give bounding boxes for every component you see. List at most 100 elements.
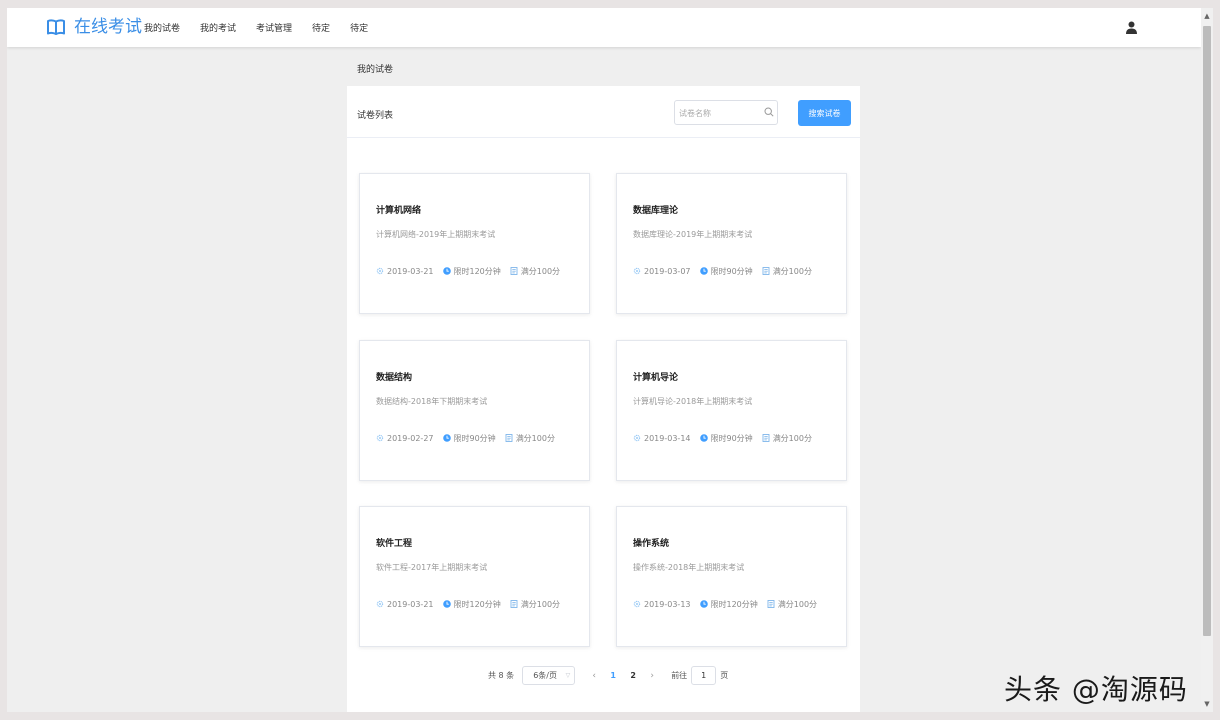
paper-description: 数据库理论-2019年上期期末考试	[633, 230, 753, 239]
paper-date: 2019-03-21	[376, 267, 434, 276]
logo[interactable]: 在线考试	[46, 16, 142, 38]
clock-icon	[442, 267, 451, 275]
paper-date-value: 2019-03-21	[387, 266, 434, 276]
paper-full-score-value: 满分100分	[520, 599, 561, 609]
paper-title: 软件工程	[376, 539, 413, 549]
search-paper-button[interactable]: 搜索试卷	[798, 100, 851, 126]
paper-card[interactable]: 计算机网络 计算机网络-2019年上期期末考试 2019-03-21 限时120…	[359, 173, 590, 314]
document-icon	[510, 600, 518, 608]
clock-icon	[699, 267, 708, 275]
paper-full-score-value: 满分100分	[520, 266, 561, 276]
paper-time-limit: 限时90分钟	[442, 433, 496, 444]
paper-meta: 2019-03-21 限时120分钟 满分100分	[376, 598, 569, 610]
scrollbar-thumb[interactable]	[1203, 26, 1211, 636]
paper-time-limit-value: 限时120分钟	[453, 599, 501, 609]
paper-meta: 2019-03-21 限时120分钟 满分100分	[376, 265, 569, 277]
paper-date: 2019-03-14	[633, 434, 691, 443]
paper-time-limit-value: 限时90分钟	[453, 433, 496, 443]
paper-date-value: 2019-03-07	[644, 266, 691, 276]
gear-icon	[376, 434, 384, 442]
gear-icon	[376, 600, 384, 608]
document-icon	[510, 267, 518, 275]
paper-title: 计算机导论	[633, 373, 679, 383]
goto-label: 前往	[671, 671, 688, 680]
search-box	[674, 100, 778, 125]
paper-time-limit-value: 限时90分钟	[710, 433, 753, 443]
gear-icon	[633, 600, 641, 608]
paper-description: 计算机导论-2018年上期期末考试	[633, 397, 753, 406]
gear-icon	[376, 267, 384, 275]
paper-date-value: 2019-02-27	[387, 433, 434, 443]
paper-date-value: 2019-03-14	[644, 433, 691, 443]
paper-full-score-value: 满分100分	[777, 599, 818, 609]
open-book-icon	[47, 19, 65, 35]
page-jump-input[interactable]	[691, 666, 717, 685]
paper-card[interactable]: 数据库理论 数据库理论-2019年上期期末考试 2019-03-07 限时90分…	[616, 173, 847, 314]
next-page-button[interactable]: ›	[643, 671, 661, 681]
breadcrumb: 我的试卷	[357, 65, 394, 75]
search-input[interactable]	[679, 106, 759, 120]
paper-date-value: 2019-03-13	[644, 599, 691, 609]
paper-card[interactable]: 计算机导论 计算机导论-2018年上期期末考试 2019-03-14 限时90分…	[616, 340, 847, 481]
paper-date-value: 2019-03-21	[387, 599, 434, 609]
panel-header: 试卷列表 搜索试卷	[347, 86, 860, 138]
paper-title: 计算机网络	[376, 206, 422, 216]
nav-my-papers[interactable]: 我的试卷	[144, 21, 180, 34]
gear-icon	[633, 267, 641, 275]
nav-pending-2[interactable]: 待定	[350, 21, 368, 34]
gear-icon	[633, 434, 641, 442]
clock-icon	[442, 600, 451, 608]
scroll-down-arrow-icon[interactable]: ▼	[1203, 700, 1211, 708]
paper-date: 2019-03-07	[633, 267, 691, 276]
paper-time-limit-value: 限时120分钟	[453, 266, 501, 276]
app-window: 在线考试 我的试卷 我的考试 考试管理 待定 待定 我的试卷 试卷列表 搜索试卷	[7, 8, 1201, 712]
document-icon	[762, 434, 770, 442]
pagination: 共 8 条 6条/页 ▽ ‹ 1 2 › 前往 页	[488, 666, 728, 685]
main-nav: 我的试卷 我的考试 考试管理 待定 待定	[144, 8, 388, 47]
paper-card[interactable]: 操作系统 操作系统-2018年上期期末考试 2019-03-13 限时120分钟…	[616, 506, 847, 647]
paper-meta: 2019-03-13 限时120分钟 满分100分	[633, 598, 826, 610]
paper-list-panel: 试卷列表 搜索试卷 计算机网络 计算机网络-2019年上期期末考试 2019-0…	[347, 86, 860, 712]
paper-description: 计算机网络-2019年上期期末考试	[376, 230, 496, 239]
paper-date: 2019-03-13	[633, 600, 691, 609]
scroll-up-arrow-icon[interactable]: ▲	[1203, 12, 1211, 20]
watermark: 头条 @淘源码	[1004, 673, 1188, 706]
document-icon	[767, 600, 775, 608]
search-icon[interactable]	[764, 107, 774, 117]
paper-card[interactable]: 软件工程 软件工程-2017年上期期末考试 2019-03-21 限时120分钟…	[359, 506, 590, 647]
document-icon	[505, 434, 513, 442]
paper-title: 数据库理论	[633, 206, 679, 216]
chevron-down-icon: ▽	[565, 672, 571, 679]
page-2-button[interactable]: 2	[623, 671, 643, 680]
paper-meta: 2019-03-14 限时90分钟 满分100分	[633, 432, 821, 444]
paper-time-limit: 限时90分钟	[699, 266, 753, 277]
page-size-select[interactable]: 6条/页 ▽	[522, 666, 576, 685]
pagination-total: 共 8 条	[488, 671, 515, 680]
vertical-scrollbar[interactable]: ▲ ▼	[1201, 8, 1213, 712]
paper-title: 操作系统	[633, 539, 670, 549]
paper-date: 2019-02-27	[376, 434, 434, 443]
nav-my-exams[interactable]: 我的考试	[200, 21, 236, 34]
user-icon[interactable]	[1126, 21, 1137, 34]
nav-exam-management[interactable]: 考试管理	[256, 21, 292, 34]
page-suffix-label: 页	[720, 671, 729, 680]
paper-description: 数据结构-2018年下期期末考试	[376, 397, 488, 406]
paper-full-score: 满分100分	[767, 599, 817, 610]
nav-pending-1[interactable]: 待定	[312, 21, 330, 34]
paper-full-score-value: 满分100分	[772, 266, 812, 276]
paper-full-score: 满分100分	[510, 599, 560, 610]
paper-date: 2019-03-21	[376, 600, 434, 609]
paper-description: 操作系统-2018年上期期末考试	[633, 563, 745, 572]
prev-page-button[interactable]: ‹	[585, 671, 603, 681]
paper-full-score: 满分100分	[762, 433, 812, 444]
page-1-button[interactable]: 1	[603, 671, 623, 680]
clock-icon	[699, 434, 708, 442]
paper-time-limit-value: 限时120分钟	[710, 599, 758, 609]
paper-card[interactable]: 数据结构 数据结构-2018年下期期末考试 2019-02-27 限时90分钟 …	[359, 340, 590, 481]
paper-meta: 2019-03-07 限时90分钟 满分100分	[633, 265, 821, 277]
paper-full-score: 满分100分	[510, 266, 560, 277]
paper-full-score: 满分100分	[762, 266, 812, 277]
panel-title: 试卷列表	[357, 111, 394, 121]
paper-time-limit: 限时120分钟	[442, 599, 501, 610]
paper-full-score-value: 满分100分	[772, 433, 812, 443]
